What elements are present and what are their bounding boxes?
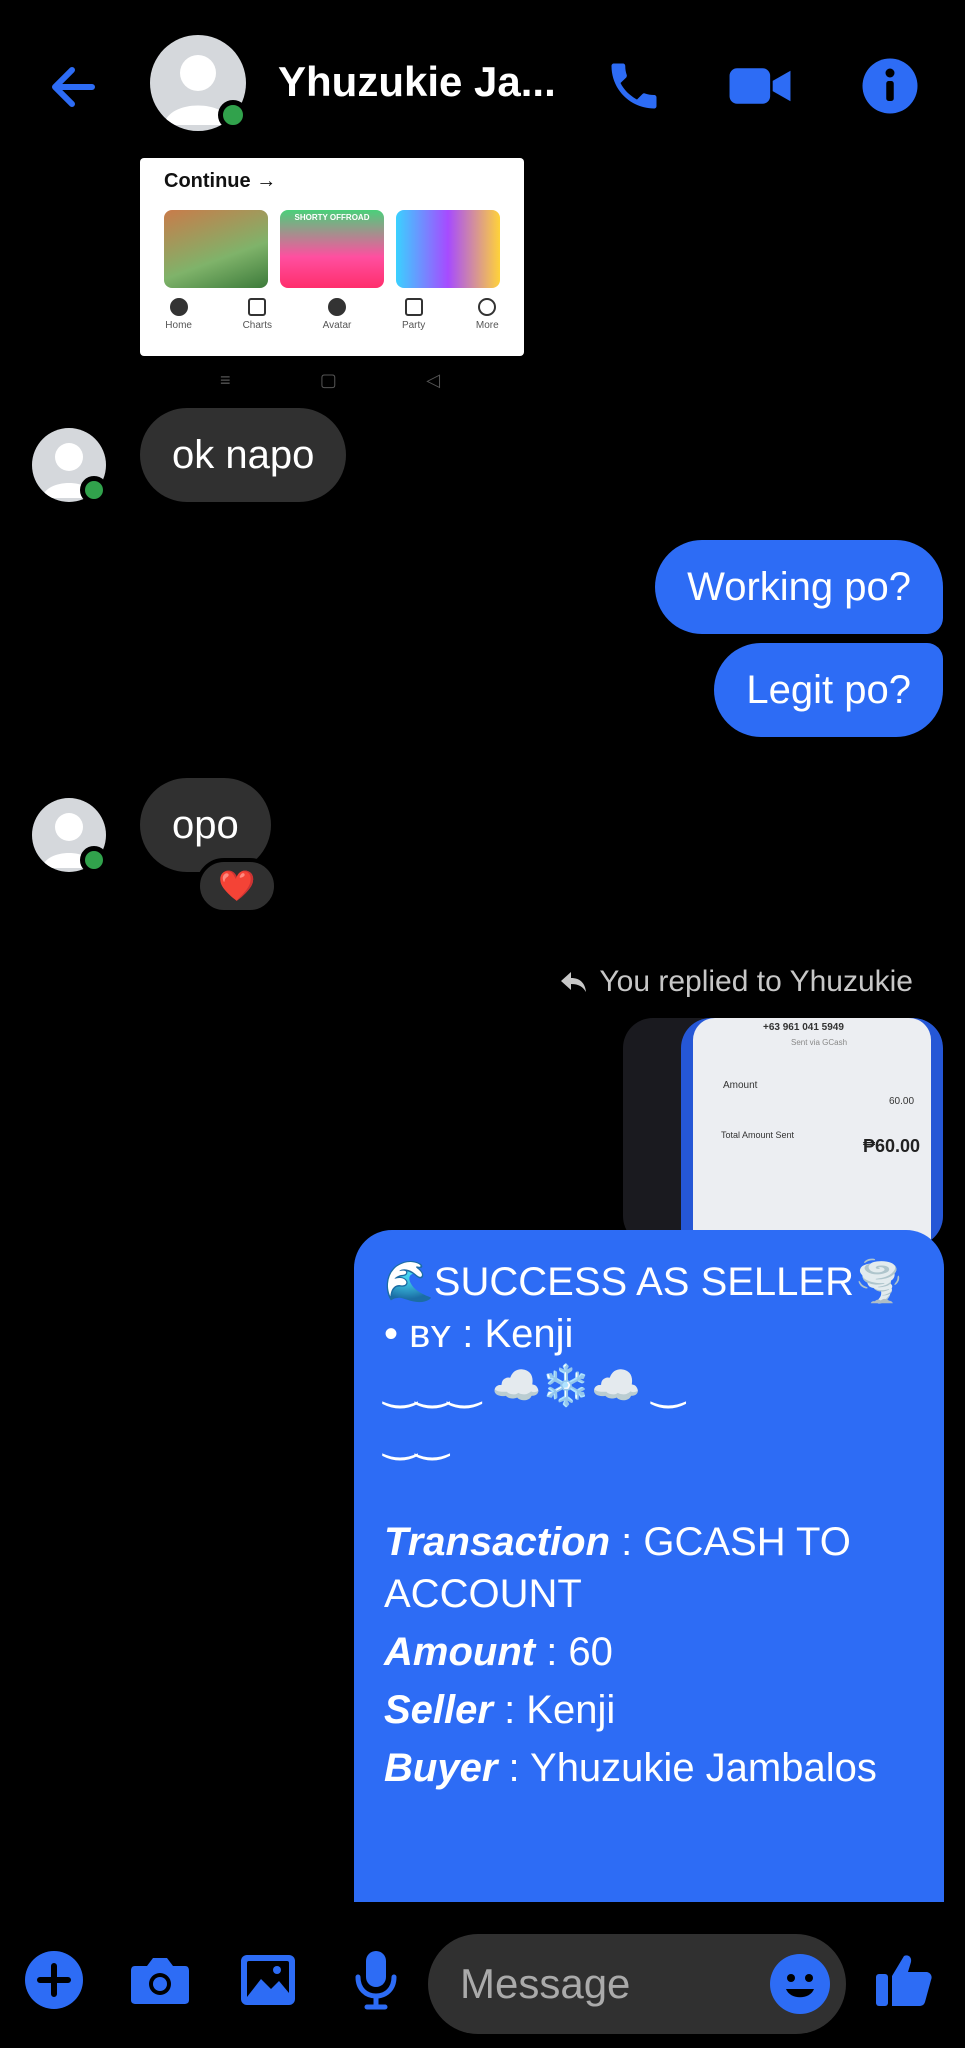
gallery-button[interactable] bbox=[232, 1944, 304, 2016]
online-status-dot bbox=[80, 476, 108, 504]
message-reaction[interactable]: ❤️ bbox=[196, 858, 278, 914]
shared-screenshot-image[interactable]: Continue → SHORTY OFFROAD Home Charts Av… bbox=[140, 158, 524, 356]
message-text: Working po? bbox=[687, 565, 911, 609]
video-camera-icon bbox=[729, 68, 791, 104]
message-text: ok napo bbox=[172, 433, 315, 477]
replied-image[interactable]: +63 961 041 5949 Sent via GCash Amount 6… bbox=[623, 1018, 943, 1246]
more-icon bbox=[478, 298, 497, 316]
home-icon bbox=[169, 298, 188, 316]
contact-name[interactable]: Yhuzukie Ja... bbox=[278, 58, 556, 106]
back-arrow-icon bbox=[52, 67, 95, 107]
smiley-icon bbox=[771, 1955, 829, 2013]
heart-emoji-icon: ❤️ bbox=[218, 869, 256, 903]
video-call-button[interactable] bbox=[724, 50, 796, 122]
nav-charts: Charts bbox=[243, 298, 272, 356]
message-bubble-received[interactable]: ok napo bbox=[140, 408, 347, 502]
charts-icon bbox=[248, 298, 267, 316]
voice-call-button[interactable] bbox=[598, 50, 670, 122]
reply-arrow-icon bbox=[561, 972, 587, 992]
image-icon bbox=[241, 1955, 295, 2005]
voice-message-button[interactable] bbox=[340, 1944, 412, 2016]
info-icon bbox=[862, 58, 918, 114]
receipt-total-label: Total Amount Sent bbox=[721, 1130, 795, 1140]
phone-photo: +63 961 041 5949 Sent via GCash Amount 6… bbox=[681, 1018, 943, 1246]
back-triangle-icon: ◁ bbox=[426, 370, 440, 390]
gcash-receipt-screen: +63 961 041 5949 Sent via GCash Amount 6… bbox=[693, 1018, 931, 1246]
receipt-by-line: • ʙʏ : Kenji bbox=[384, 1312, 574, 1356]
chat-header: Yhuzukie Ja... bbox=[0, 0, 965, 170]
decorative-line-1: ‿‿‿ ☁️❄️☁️ ‿ bbox=[384, 1364, 685, 1408]
receipt-amount-value: 60.00 bbox=[889, 1096, 915, 1107]
message-composer bbox=[0, 1920, 965, 2048]
continue-heading: Continue → bbox=[164, 170, 277, 192]
decorative-line-2: ‿‿ bbox=[384, 1416, 449, 1460]
thumbs-up-icon bbox=[876, 1955, 932, 2006]
screenshot-bottom-nav: Home Charts Avatar Party More bbox=[140, 298, 524, 356]
seller-row: Seller : Kenji bbox=[384, 1688, 616, 1732]
message-bubble-sent[interactable]: Working po? bbox=[655, 540, 943, 634]
game-tile-3 bbox=[396, 210, 500, 288]
message-bubble-sent[interactable]: Legit po? bbox=[714, 643, 943, 737]
message-text: Legit po? bbox=[746, 668, 911, 712]
reply-indicator: You replied to Yhuzukie bbox=[559, 965, 913, 999]
add-button[interactable] bbox=[18, 1944, 90, 2016]
receipt-sent-via: Sent via GCash bbox=[791, 1038, 848, 1047]
party-icon bbox=[404, 298, 423, 316]
transaction-row: Transaction : GCASH TO ACCOUNT bbox=[384, 1520, 851, 1616]
menu-icon: ≡ bbox=[220, 370, 231, 390]
nav-party: Party bbox=[402, 298, 425, 356]
game-tile-1 bbox=[164, 210, 268, 288]
online-status-dot bbox=[218, 100, 248, 130]
home-square-icon: ▢ bbox=[319, 370, 337, 390]
message-bubble-sent-long[interactable]: 🌊SUCCESS AS SELLER🌪️ • ʙʏ : Kenji ‿‿‿ ☁️… bbox=[354, 1230, 944, 1902]
online-status-dot bbox=[80, 846, 108, 874]
buyer-row: Buyer : Yhuzukie Jambalos bbox=[384, 1746, 877, 1790]
receipt-number: +63 961 041 5949 bbox=[763, 1022, 844, 1033]
game-tile-banner: SHORTY OFFROAD bbox=[294, 213, 370, 222]
nav-home: Home bbox=[165, 298, 192, 356]
like-button[interactable] bbox=[868, 1944, 940, 2016]
receipt-total-value: ₱60.00 bbox=[863, 1136, 921, 1156]
nav-avatar: Avatar bbox=[323, 298, 351, 356]
nav-more: More bbox=[476, 298, 499, 356]
camera-icon bbox=[131, 1958, 189, 2004]
back-button[interactable] bbox=[42, 52, 112, 122]
info-button[interactable] bbox=[854, 50, 926, 122]
amount-row: Amount : 60 bbox=[384, 1630, 613, 1674]
avatar-icon bbox=[327, 298, 346, 316]
reply-label: You replied to Yhuzukie bbox=[599, 965, 913, 998]
plus-circle-icon bbox=[25, 1951, 83, 2009]
camera-button[interactable] bbox=[124, 1944, 196, 2016]
receipt-amount-label: Amount bbox=[723, 1080, 758, 1091]
microphone-icon bbox=[355, 1951, 397, 2010]
game-tile-2: SHORTY OFFROAD bbox=[280, 210, 384, 288]
phone-icon bbox=[611, 63, 657, 109]
screenshot-system-nav: ≡ ▢ ◁ bbox=[220, 370, 440, 390]
emoji-button[interactable] bbox=[770, 1954, 830, 2014]
receipt-title: 🌊SUCCESS AS SELLER🌪️ bbox=[384, 1260, 904, 1304]
message-text: opo bbox=[172, 803, 239, 847]
